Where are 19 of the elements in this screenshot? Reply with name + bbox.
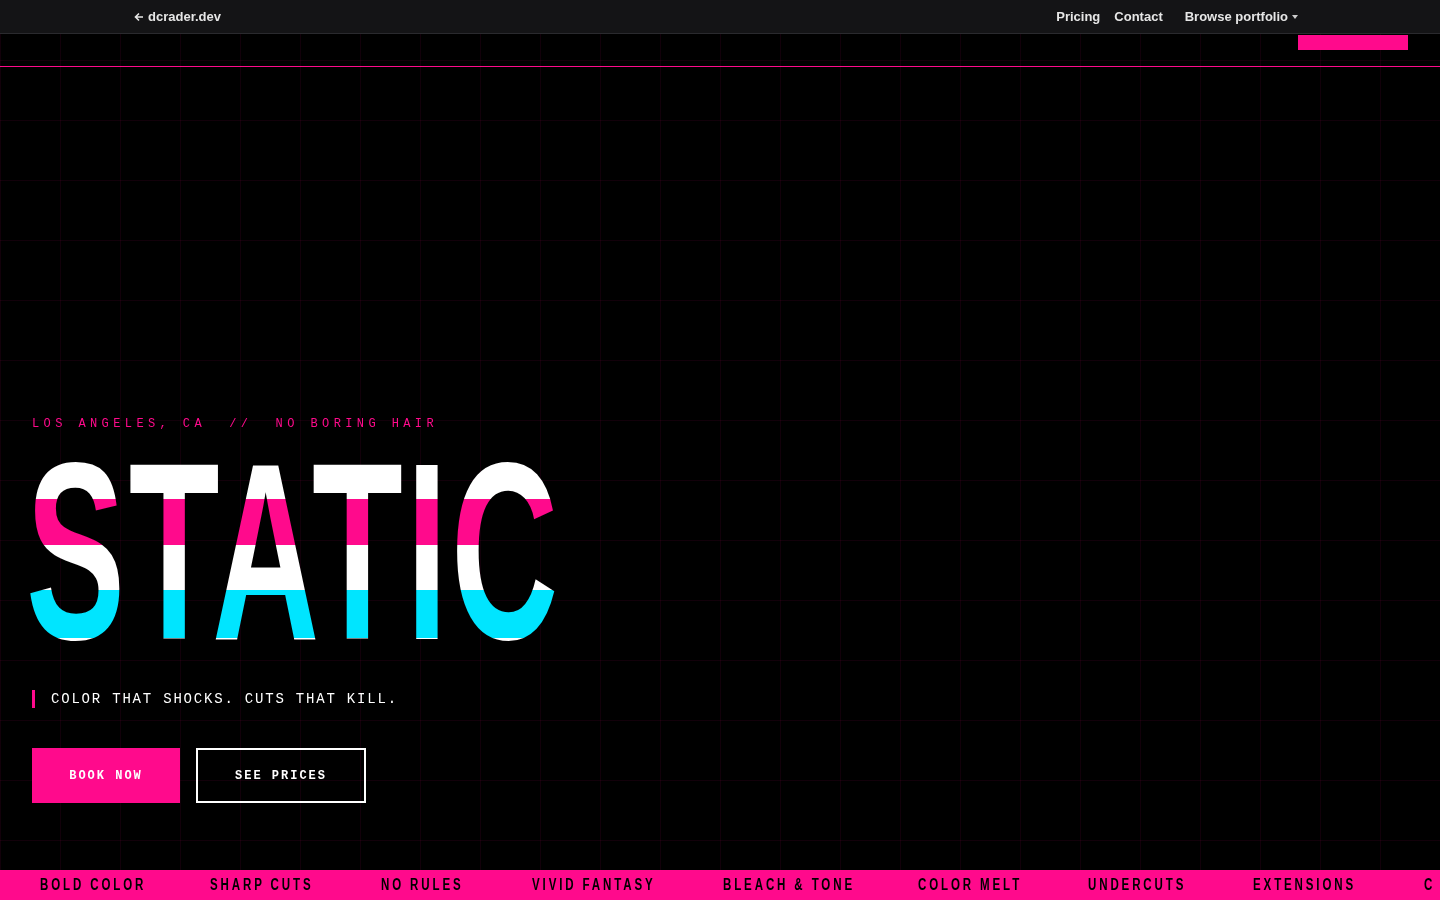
service-label: COLOR MELT (918, 877, 1023, 893)
left-arrow-icon (134, 11, 144, 22)
service-label: NO RULES (381, 877, 464, 893)
nav-link[interactable]: Pricing (1056, 9, 1101, 24)
service-label: BOLD COLOR (40, 877, 147, 893)
service-label: EXTENSIONS (1253, 877, 1357, 893)
see-prices-button[interactable]: SEE PRICES (196, 748, 366, 803)
nav-link[interactable]: Contact (1114, 9, 1163, 24)
service-label: VIVID FANTASY (532, 877, 656, 893)
browse-portfolio-dropdown[interactable]: Browse portfolio (1184, 9, 1298, 24)
service-label: C (1424, 877, 1436, 893)
service-label: UNDERCUTS (1088, 877, 1187, 893)
slogan: COLOR THAT SHOCKS. CUTS THAT KILL. (32, 690, 398, 708)
back-link[interactable]: dcrader.dev (134, 9, 221, 24)
book-button[interactable] (1298, 35, 1408, 50)
book-now-button[interactable]: BOOK NOW (32, 748, 180, 803)
caret-icon (1292, 14, 1298, 19)
service-label: BLEACH & TONE (723, 877, 855, 893)
service-label: SHARP CUTS (210, 877, 314, 893)
